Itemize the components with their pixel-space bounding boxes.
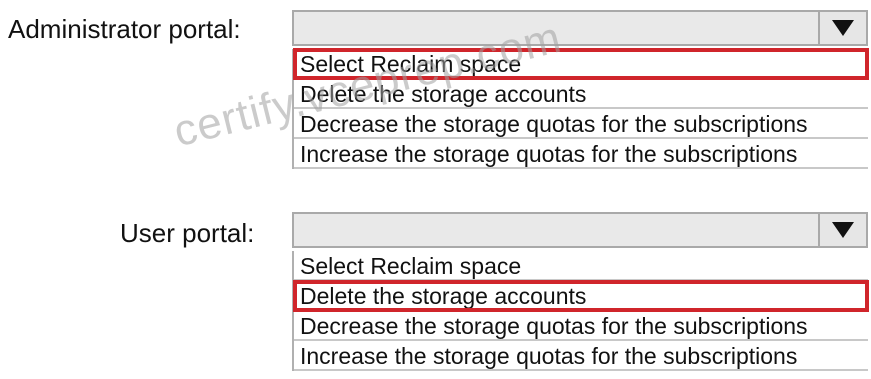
admin-portal-dropdown-arrow[interactable] (818, 12, 866, 44)
admin-portal-select[interactable] (292, 10, 868, 46)
admin-portal-row: Administrator portal: Select Reclaim spa… (0, 0, 871, 190)
user-option-increase-storage-quotas[interactable]: Increase the storage quotas for the subs… (294, 341, 868, 371)
admin-option-delete-storage-accounts[interactable]: Delete the storage accounts (294, 79, 868, 109)
user-portal-label: User portal: (120, 218, 255, 248)
user-portal-dropdown-arrow[interactable] (818, 214, 866, 246)
triangle-down-icon (832, 20, 854, 36)
user-portal-row: User portal: Select Reclaim space Delete… (0, 204, 871, 379)
admin-portal-options: Select Reclaim space Delete the storage … (292, 48, 869, 169)
triangle-down-icon (832, 222, 854, 238)
admin-portal-label: Administrator portal: (8, 14, 241, 44)
user-portal-options: Select Reclaim space Delete the storage … (292, 251, 869, 371)
user-option-decrease-storage-quotas[interactable]: Decrease the storage quotas for the subs… (294, 311, 868, 341)
user-portal-dropdown[interactable]: Select Reclaim space Delete the storage … (292, 212, 869, 371)
admin-option-decrease-storage-quotas[interactable]: Decrease the storage quotas for the subs… (294, 109, 868, 139)
user-option-select-reclaim-space[interactable]: Select Reclaim space (294, 251, 868, 281)
admin-option-increase-storage-quotas[interactable]: Increase the storage quotas for the subs… (294, 139, 868, 169)
admin-portal-dropdown[interactable]: Select Reclaim space Delete the storage … (292, 10, 869, 169)
user-option-delete-storage-accounts[interactable]: Delete the storage accounts (293, 280, 869, 312)
user-portal-select[interactable] (292, 212, 868, 248)
admin-option-select-reclaim-space[interactable]: Select Reclaim space (293, 48, 869, 80)
